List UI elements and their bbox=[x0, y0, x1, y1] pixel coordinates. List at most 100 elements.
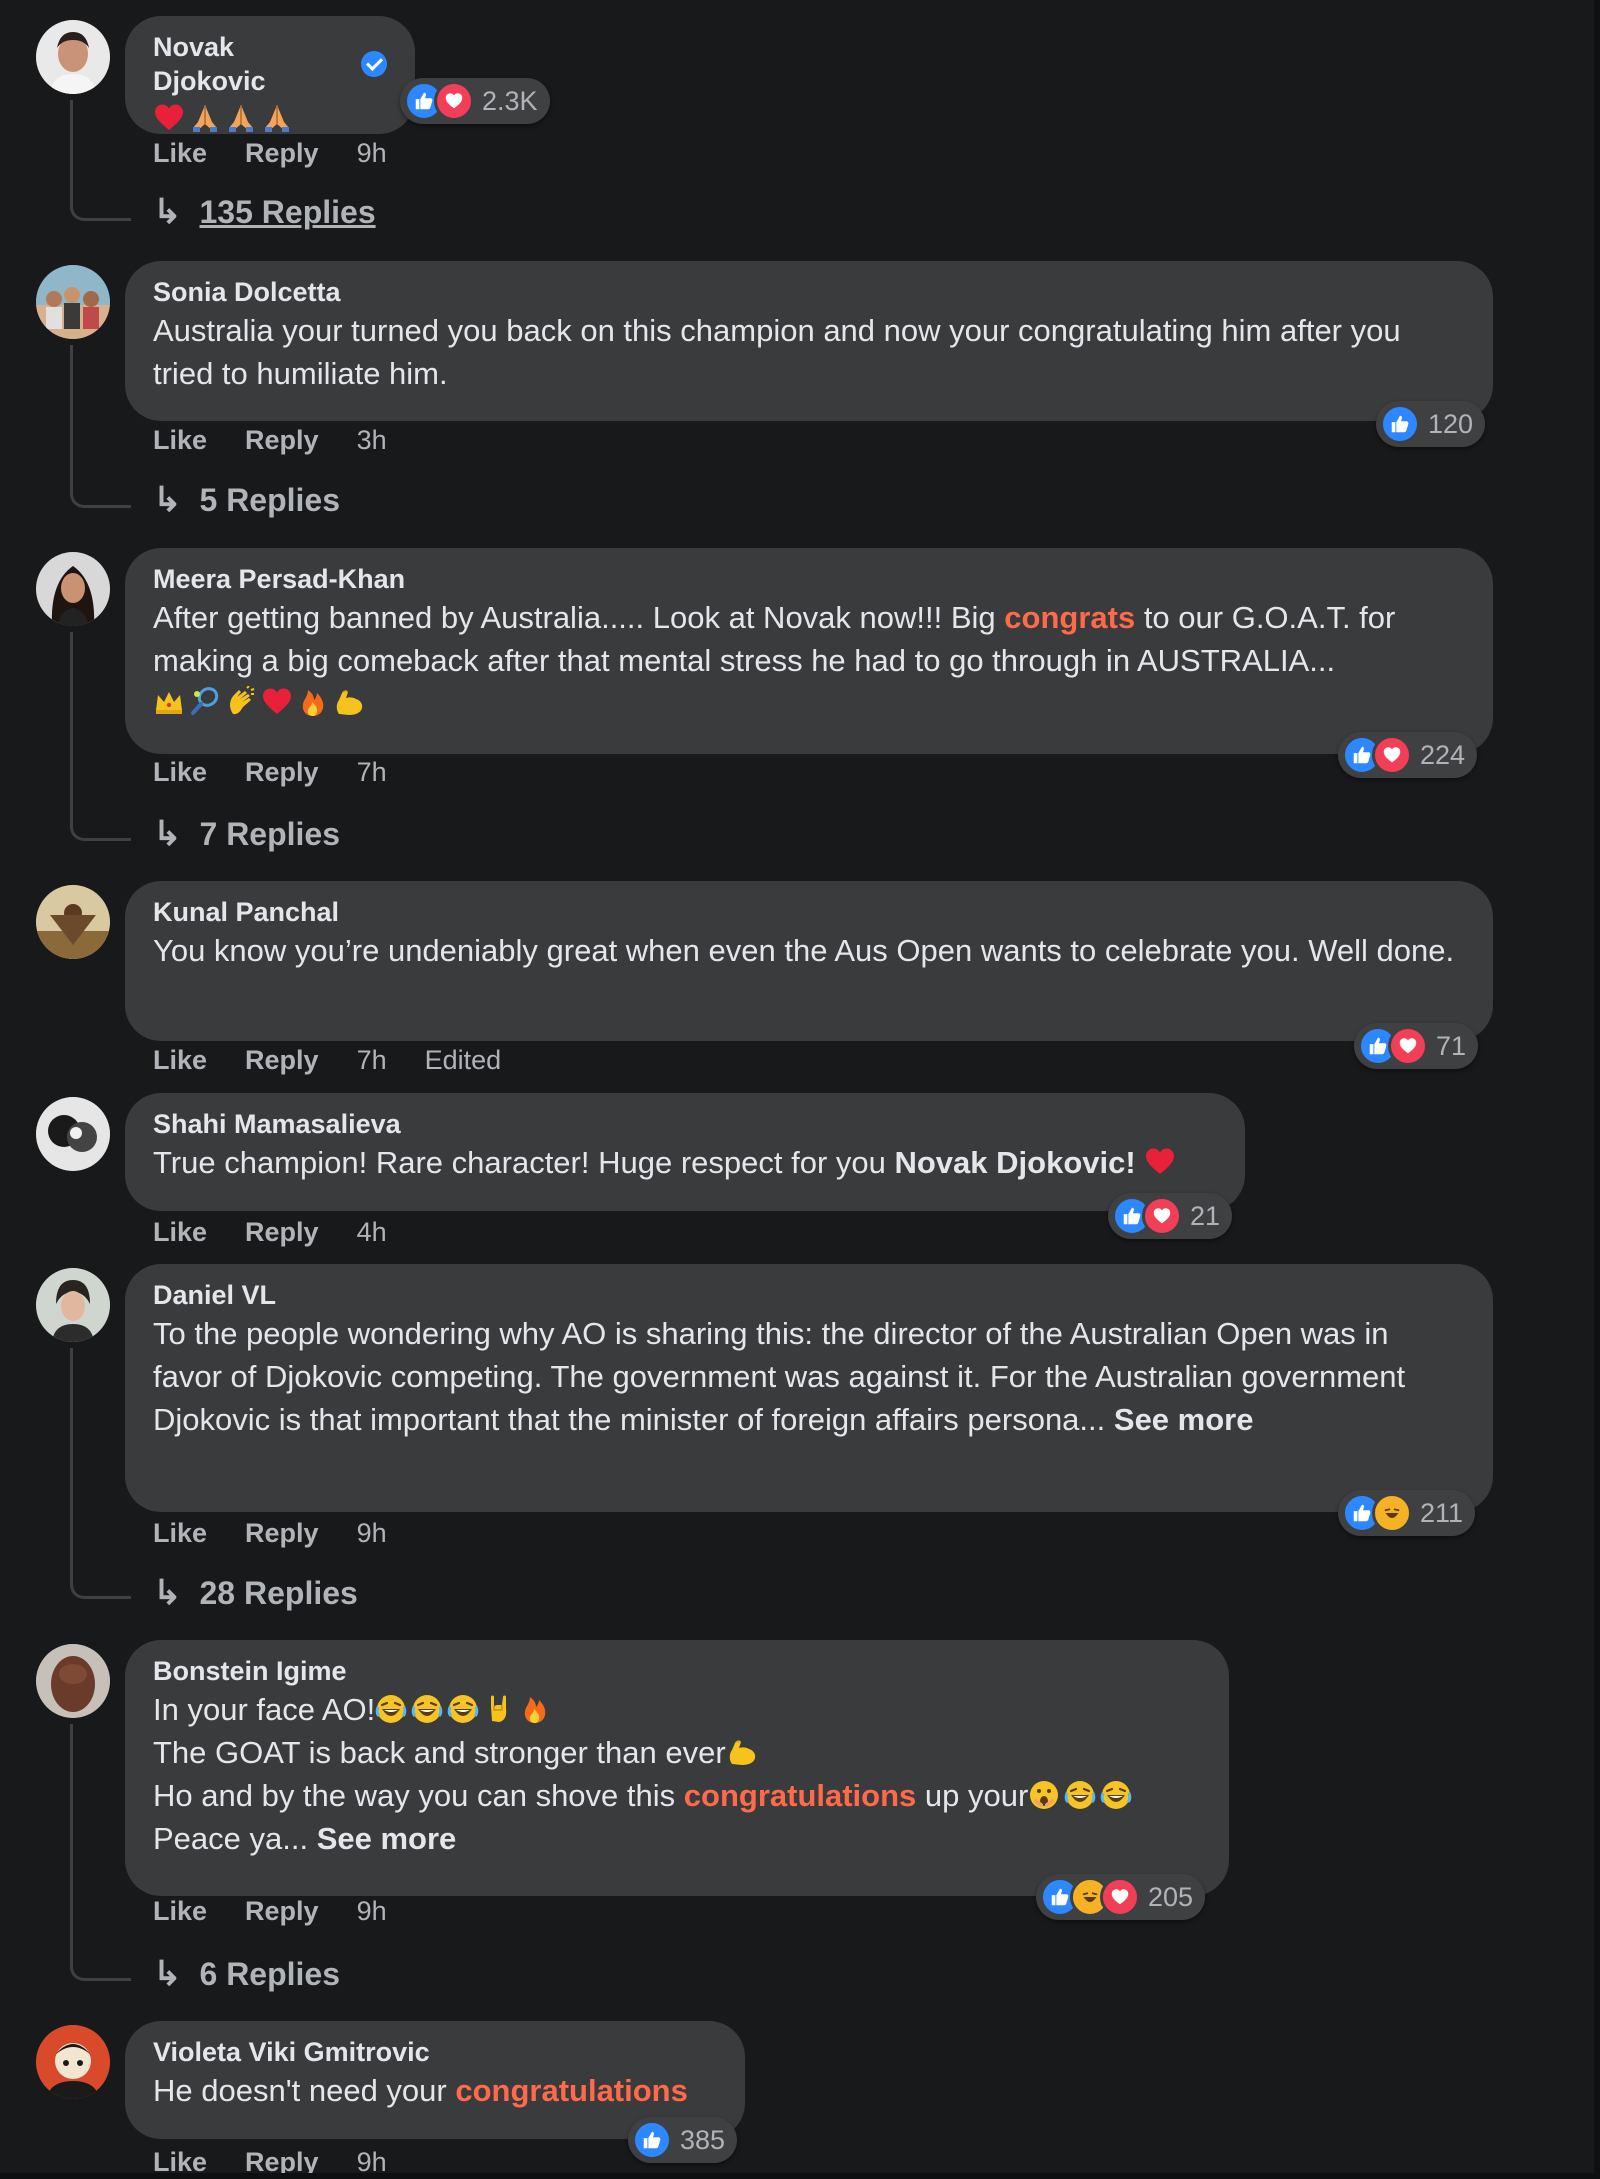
like-button[interactable]: Like bbox=[153, 757, 207, 788]
highlighted-keyword[interactable]: congrats bbox=[1004, 600, 1135, 635]
reaction-summary[interactable]: 71 bbox=[1354, 1023, 1479, 1069]
reaction-summary[interactable]: 224 bbox=[1338, 732, 1478, 778]
avatar[interactable] bbox=[36, 20, 110, 94]
reply-button[interactable]: Reply bbox=[245, 425, 319, 456]
highlighted-keyword[interactable]: congratulations bbox=[455, 2073, 688, 2108]
laugh-emoji-icon bbox=[1100, 1779, 1132, 1811]
comment-author[interactable]: Bonstein Igime bbox=[153, 1654, 1201, 1688]
reaction-summary[interactable]: 2.3K bbox=[400, 78, 550, 124]
comment-author[interactable]: Sonia Dolcetta bbox=[153, 275, 1465, 309]
comment-line: Ho and by the way you can shove this con… bbox=[153, 1774, 1201, 1817]
laugh-emoji-icon bbox=[375, 1693, 407, 1725]
reaction-summary[interactable]: 21 bbox=[1108, 1193, 1233, 1239]
comment-author[interactable]: Daniel VL bbox=[153, 1278, 1465, 1312]
muscle-emoji-icon bbox=[726, 1736, 758, 1768]
like-reaction-icon bbox=[632, 2120, 672, 2160]
view-replies-link[interactable]: ↳ 135 Replies bbox=[153, 192, 376, 232]
comment-author[interactable]: Meera Persad-Khan bbox=[153, 562, 1465, 596]
heart-emoji-icon bbox=[153, 102, 185, 134]
avatar[interactable] bbox=[36, 1268, 110, 1342]
reaction-count: 71 bbox=[1436, 1030, 1467, 1061]
view-replies-link[interactable]: ↳ 7 Replies bbox=[153, 814, 340, 854]
like-button[interactable]: Like bbox=[153, 1045, 207, 1076]
comment-bubble: Bonstein Igime In your face AO! The GOAT… bbox=[125, 1640, 1229, 1896]
love-reaction-icon bbox=[1100, 1877, 1140, 1917]
like-reaction-icon bbox=[1380, 404, 1420, 444]
pray-emoji-icon bbox=[261, 102, 293, 134]
like-button[interactable]: Like bbox=[153, 425, 207, 456]
reaction-count: 385 bbox=[680, 2124, 726, 2155]
thread-line bbox=[70, 632, 131, 841]
thread-line bbox=[70, 100, 131, 221]
comment-time[interactable]: 9h bbox=[357, 1518, 387, 1549]
avatar[interactable] bbox=[36, 265, 110, 339]
comment-time[interactable]: 4h bbox=[357, 1217, 387, 1248]
comment-feed: Novak Djokovic 2.3K Like Reply 9h ↳ 135 R… bbox=[0, 0, 1600, 2179]
scroll-edge bbox=[1594, 0, 1600, 2179]
reaction-count: 224 bbox=[1420, 739, 1466, 770]
avatar[interactable] bbox=[36, 2025, 110, 2099]
see-more-link[interactable]: See more bbox=[1114, 1402, 1254, 1437]
heart-emoji-icon bbox=[1144, 1146, 1176, 1178]
verified-badge-icon bbox=[361, 51, 387, 77]
reply-button[interactable]: Reply bbox=[245, 1896, 319, 1927]
fire-emoji-icon bbox=[519, 1693, 551, 1725]
comment-bubble: Daniel VL To the people wondering why AO… bbox=[125, 1264, 1493, 1512]
reply-button[interactable]: Reply bbox=[245, 1518, 319, 1549]
rock-hand-emoji-icon bbox=[483, 1693, 515, 1725]
comment-bubble: Sonia Dolcetta Australia your turned you… bbox=[125, 261, 1493, 421]
like-button[interactable]: Like bbox=[153, 1896, 207, 1927]
comment-text: To the people wondering why AO is sharin… bbox=[153, 1316, 1406, 1437]
comment-time[interactable]: 7h bbox=[357, 1045, 387, 1076]
highlighted-keyword[interactable]: congratulations bbox=[684, 1778, 917, 1813]
reply-button[interactable]: Reply bbox=[245, 138, 319, 169]
comment-author[interactable]: Novak Djokovic bbox=[153, 30, 354, 98]
comment-text: You know you’re undeniably great when ev… bbox=[153, 933, 1455, 968]
pray-emoji-icon bbox=[225, 102, 257, 134]
comment-time[interactable]: 3h bbox=[357, 425, 387, 456]
crown-emoji-icon bbox=[153, 686, 185, 718]
pray-emoji-icon bbox=[189, 102, 221, 134]
reply-button[interactable]: Reply bbox=[245, 757, 319, 788]
reply-button[interactable]: Reply bbox=[245, 1045, 319, 1076]
reaction-count: 120 bbox=[1428, 408, 1474, 439]
comment-bubble: Novak Djokovic bbox=[125, 16, 415, 134]
avatar[interactable] bbox=[36, 552, 110, 626]
reaction-summary[interactable]: 385 bbox=[628, 2117, 738, 2163]
view-replies-link[interactable]: ↳ 28 Replies bbox=[153, 1573, 358, 1613]
comment-time[interactable]: 9h bbox=[357, 138, 387, 169]
avatar[interactable] bbox=[36, 1644, 110, 1718]
comment-time[interactable]: 7h bbox=[357, 757, 387, 788]
reply-button[interactable]: Reply bbox=[245, 1217, 319, 1248]
shush-emoji-icon bbox=[1028, 1779, 1060, 1811]
comment-bubble: Shahi Mamasalieva True champion! Rare ch… bbox=[125, 1093, 1245, 1211]
reply-arrow-icon: ↳ bbox=[153, 1955, 182, 1993]
comment-text: After getting banned by Australia..... L… bbox=[153, 600, 1396, 678]
comment-author[interactable]: Violeta Viki Gmitrovic bbox=[153, 2035, 717, 2069]
like-button[interactable]: Like bbox=[153, 138, 207, 169]
comment-emojis bbox=[153, 98, 387, 142]
comment-emojis bbox=[153, 682, 1465, 726]
comment-time[interactable]: 9h bbox=[357, 1896, 387, 1927]
comment-bubble: Meera Persad-Khan After getting banned b… bbox=[125, 548, 1493, 754]
comment-line: In your face AO! bbox=[153, 1688, 1201, 1731]
mentioned-name[interactable]: Novak Djokovic! bbox=[894, 1145, 1135, 1180]
comment-author[interactable]: Kunal Panchal bbox=[153, 895, 1465, 929]
like-button[interactable]: Like bbox=[153, 1518, 207, 1549]
see-more-link[interactable]: See more bbox=[317, 1821, 457, 1856]
like-button[interactable]: Like bbox=[153, 1217, 207, 1248]
avatar[interactable] bbox=[36, 885, 110, 959]
comment-author[interactable]: Shahi Mamasalieva bbox=[153, 1107, 1217, 1141]
love-reaction-icon bbox=[1372, 735, 1412, 775]
reaction-summary[interactable]: 120 bbox=[1376, 401, 1486, 447]
thread-line bbox=[70, 1348, 131, 1599]
reaction-summary[interactable]: 205 bbox=[1036, 1874, 1206, 1920]
view-replies-link[interactable]: ↳ 5 Replies bbox=[153, 480, 340, 520]
edited-label: Edited bbox=[424, 1045, 502, 1075]
avatar[interactable] bbox=[36, 1097, 110, 1171]
love-reaction-icon bbox=[1388, 1026, 1428, 1066]
view-replies-link[interactable]: ↳ 6 Replies bbox=[153, 1954, 340, 1994]
clap-emoji-icon bbox=[225, 686, 257, 718]
reaction-summary[interactable]: 211 bbox=[1338, 1490, 1476, 1536]
heart-emoji-icon bbox=[261, 686, 293, 718]
